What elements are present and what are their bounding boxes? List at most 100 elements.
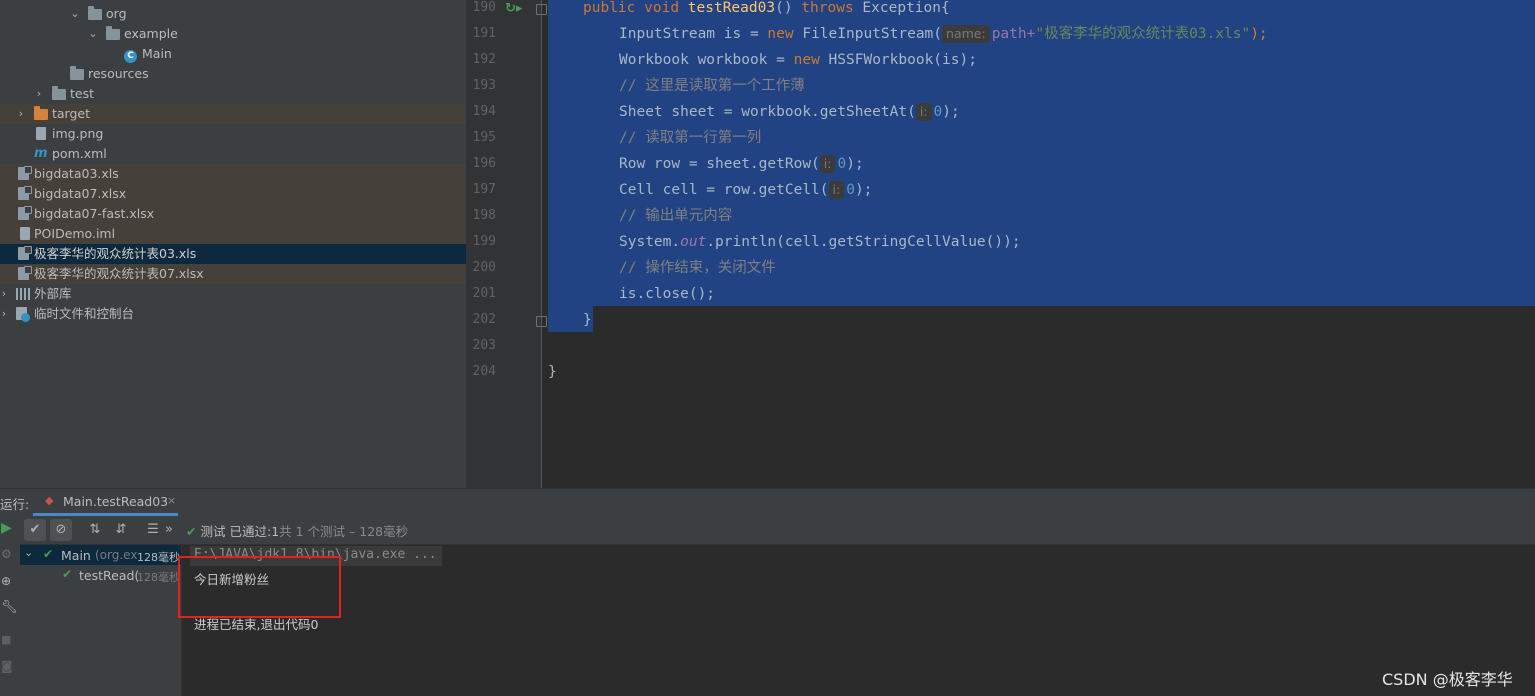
tab-label: Main.testRead03 xyxy=(63,494,169,509)
code-line: Row row = sheet.getRow(i: 0); xyxy=(619,155,864,173)
code-line: InputStream is = new FileInputStream(nam… xyxy=(619,25,1268,43)
tab-main-testread03[interactable]: ◆ Main.testRead03 × xyxy=(33,489,178,516)
coverage-icon[interactable]: ⊕ xyxy=(1,574,11,588)
tree-item-label: target xyxy=(52,106,91,121)
tree-item-label: bigdata03.xls xyxy=(34,166,119,181)
tree-item-scratches[interactable]: › 临时文件和控制台 xyxy=(0,304,466,324)
test-time: 128毫秒 xyxy=(137,551,180,564)
expand-all-icon[interactable]: ☰ xyxy=(142,519,164,541)
line-number: 198 xyxy=(472,208,496,223)
test-time: 128毫秒 xyxy=(137,571,180,584)
chevron-down-icon[interactable]: ⌄ xyxy=(69,4,81,24)
show-passed-toggle[interactable]: ✔ xyxy=(24,519,46,541)
test-name: testRead( xyxy=(79,568,140,583)
test-detail: (org.ex xyxy=(95,548,138,562)
watermark: CSDN @极客李华 xyxy=(1382,670,1513,689)
camera-icon[interactable]: ◙ xyxy=(1,659,13,673)
tree-item-resources[interactable]: resources xyxy=(0,64,466,84)
line-number: 190 xyxy=(472,0,496,15)
stop-icon[interactable]: ■ xyxy=(1,633,11,646)
console-output[interactable] xyxy=(182,545,1535,696)
code-line: } xyxy=(548,364,557,380)
test-status: ✔ 测试 已通过:1共 1 个测试 – 128毫秒 xyxy=(186,524,409,539)
chevron-right-icon[interactable]: › xyxy=(33,84,45,104)
line-number: 197 xyxy=(472,182,496,197)
code-comment: // 操作结束，关闭文件 xyxy=(619,260,776,276)
code-comment: // 这里是读取第一个工作薄 xyxy=(619,78,805,94)
check-icon: ✔ xyxy=(62,567,73,581)
tree-item-poidemo-iml[interactable]: POIDemo.iml xyxy=(0,224,466,244)
close-tab-icon[interactable]: × xyxy=(167,494,176,507)
run-label: 运行: xyxy=(0,497,30,512)
line-number: 193 xyxy=(472,78,496,93)
line-number: 194 xyxy=(472,104,496,119)
fold-icon[interactable] xyxy=(536,4,547,15)
tree-item-label: test xyxy=(70,86,95,101)
code-line: Cell cell = row.getCell(i: 0); xyxy=(619,181,873,199)
tree-item-bigdata03[interactable]: bigdata03.xls xyxy=(0,164,466,184)
parameter-hint: i: xyxy=(828,181,845,199)
sort-duration-icon[interactable]: ⇵ xyxy=(110,519,132,541)
tree-item-label: org xyxy=(106,6,127,21)
run-test-icon[interactable]: ↻▸ xyxy=(505,1,522,16)
chevron-right-icon[interactable]: › xyxy=(15,104,27,124)
tree-item-test[interactable]: › test xyxy=(0,84,466,104)
run-config-icon: ◆ xyxy=(45,494,54,507)
tree-item-label: 极客李华的观众统计表07.xlsx xyxy=(34,266,204,281)
tree-item-main[interactable]: C Main xyxy=(0,44,466,64)
resources-folder-icon xyxy=(70,64,86,84)
code-line: System.out.println(cell.getStringCellVal… xyxy=(619,234,1021,250)
code-line: Sheet sheet = workbook.getSheetAt(i: 0); xyxy=(619,103,960,121)
tree-item-example[interactable]: ⌄ example xyxy=(0,24,466,44)
test-tree-row-main[interactable]: ⌄ ✔ Main (org.ex 128毫秒 xyxy=(20,545,181,565)
fold-icon[interactable] xyxy=(536,316,547,327)
tree-item-img-png[interactable]: img.png xyxy=(0,124,466,144)
chevron-right-icon[interactable]: › xyxy=(0,284,10,304)
tree-item-label: resources xyxy=(88,66,149,81)
chevron-down-icon[interactable]: ⌄ xyxy=(24,546,33,559)
check-icon: ✔ xyxy=(186,524,197,539)
tree-item-bigdata07-fast[interactable]: bigdata07-fast.xlsx xyxy=(0,204,466,224)
run-window-header xyxy=(0,488,1535,517)
line-number: 192 xyxy=(472,52,496,67)
package-icon xyxy=(106,24,122,44)
tree-item-label: img.png xyxy=(52,126,104,141)
tree-item-label: 外部库 xyxy=(34,286,72,301)
tree-item-bigdata07[interactable]: bigdata07.xlsx xyxy=(0,184,466,204)
line-number: 195 xyxy=(472,130,496,145)
line-number: 203 xyxy=(472,338,496,353)
tree-item-org[interactable]: ⌄ org xyxy=(0,4,466,24)
tree-item-external-libraries[interactable]: › 外部库 xyxy=(0,284,466,304)
tree-item-target[interactable]: › target xyxy=(0,104,466,124)
tree-item-stats-07[interactable]: 极客李华的观众统计表07.xlsx xyxy=(0,264,466,284)
line-number: 200 xyxy=(472,260,496,275)
xls-file-icon xyxy=(18,244,34,264)
wrench-icon[interactable]: 🔧︎ xyxy=(1,600,18,615)
tree-item-stats-03[interactable]: 极客李华的观众统计表03.xls xyxy=(0,244,466,264)
line-number: 199 xyxy=(472,234,496,249)
sort-alpha-icon[interactable]: ⇅ xyxy=(84,519,106,541)
chevron-down-icon[interactable]: ⌄ xyxy=(87,24,99,44)
rerun-icon[interactable]: ▶ xyxy=(1,520,12,536)
scratches-icon xyxy=(16,304,32,324)
more-icon[interactable]: » xyxy=(162,519,176,541)
check-icon: ✔ xyxy=(43,547,54,561)
parameter-hint: i: xyxy=(819,155,836,173)
tree-item-label: POIDemo.iml xyxy=(34,226,116,241)
tree-item-label: Main xyxy=(142,46,172,61)
code-line: Workbook workbook = new HSSFWorkbook(is)… xyxy=(619,52,977,68)
test-name: Main xyxy=(61,548,91,563)
chevron-right-icon[interactable]: › xyxy=(0,304,10,324)
line-number: 204 xyxy=(472,364,496,379)
tree-item-label: pom.xml xyxy=(52,146,107,161)
tree-item-pom-xml[interactable]: m pom.xml xyxy=(0,144,466,164)
folder-icon xyxy=(88,4,104,24)
test-tree-row-testread[interactable]: ✔ testRead( 128毫秒 xyxy=(20,565,181,585)
code-line: is.close(); xyxy=(619,286,716,302)
excluded-folder-icon xyxy=(34,104,50,124)
show-ignored-toggle[interactable]: ⊘ xyxy=(50,519,72,541)
debug-icon[interactable]: ⚙ xyxy=(1,547,12,561)
code-line: } xyxy=(583,312,592,328)
tree-item-label: bigdata07-fast.xlsx xyxy=(34,206,155,221)
xls-file-icon xyxy=(18,204,34,224)
